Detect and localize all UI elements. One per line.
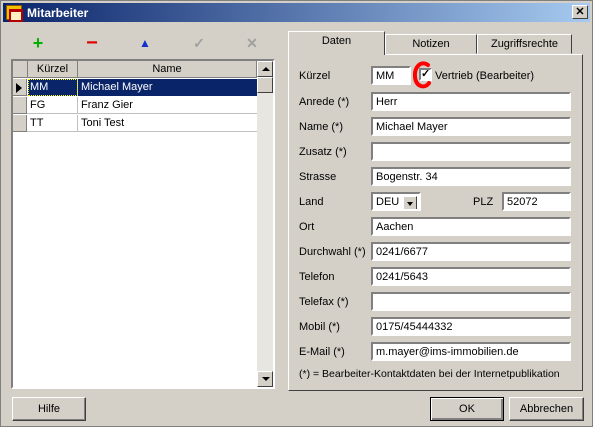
delete-button[interactable]: −	[80, 33, 104, 53]
email-label: E-Mail (*)	[299, 346, 345, 358]
table-row[interactable]: FG Franz Gier	[13, 97, 257, 114]
zusatz-field[interactable]	[371, 142, 571, 161]
current-row-arrow-icon	[16, 83, 22, 93]
close-button[interactable]: ✕	[572, 5, 588, 19]
cell-kuerzel[interactable]: MM	[28, 79, 78, 96]
window-title: Mitarbeiter	[27, 6, 89, 20]
chevron-down-icon	[407, 202, 413, 206]
row-indicator	[13, 115, 27, 132]
vertical-scrollbar[interactable]	[257, 61, 273, 387]
scroll-up-button[interactable]	[257, 61, 273, 77]
tab-notizen[interactable]: Notizen	[385, 34, 477, 54]
mobil-label: Mobil (*)	[299, 321, 340, 333]
mobil-field[interactable]: 0175/45444332	[371, 317, 571, 336]
help-button[interactable]: Hilfe	[12, 397, 86, 421]
telefon-field[interactable]: 0241/5643	[371, 267, 571, 286]
durchwahl-label: Durchwahl (*)	[299, 246, 366, 258]
cell-kuerzel[interactable]: TT	[28, 115, 78, 132]
email-field[interactable]: m.mayer@ims-immobilien.de	[371, 342, 571, 361]
ort-label: Ort	[299, 221, 315, 233]
row-indicator	[13, 97, 27, 114]
cell-name[interactable]: Michael Mayer	[78, 79, 257, 96]
red-annotation-mark	[412, 61, 431, 89]
land-dropdown-button[interactable]	[403, 196, 417, 209]
plz-label: PLZ	[473, 196, 494, 208]
ok-button[interactable]: OK	[430, 397, 504, 421]
footnote-text: (*) = Bearbeiter-Kontaktdaten bei der In…	[299, 368, 560, 380]
column-header-name[interactable]: Name	[78, 61, 257, 78]
abbrechen-button[interactable]: Abbrechen	[509, 397, 584, 421]
title-bar: Mitarbeiter ✕	[3, 3, 590, 22]
scroll-down-button[interactable]	[257, 371, 273, 387]
app-building-icon	[6, 5, 23, 22]
cell-name[interactable]: Toni Test	[78, 115, 257, 132]
cell-kuerzel[interactable]: FG	[28, 97, 78, 114]
table-row[interactable]: MM Michael Mayer	[13, 79, 257, 96]
telefon-label: Telefon	[299, 271, 335, 283]
move-up-button[interactable]: ▲	[133, 33, 157, 53]
land-select[interactable]: DEU	[371, 192, 421, 211]
vertrieb-label: Vertrieb (Bearbeiter)	[435, 70, 535, 82]
plz-field[interactable]: 52072	[502, 192, 571, 211]
employee-dialog: Mitarbeiter ✕ + − ▲ ✓ ✕ Kürzel Name MM M…	[0, 0, 593, 427]
strasse-field[interactable]: Bogenstr. 34	[371, 167, 571, 186]
arrow-down-icon	[262, 377, 270, 381]
anrede-label: Anrede (*)	[299, 96, 350, 108]
confirm-button[interactable]: ✓	[187, 33, 211, 53]
durchwahl-field[interactable]: 0241/6677	[371, 242, 571, 261]
tab-zugriffsrechte[interactable]: Zugriffsrechte	[477, 34, 572, 54]
zusatz-label: Zusatz (*)	[299, 146, 347, 158]
anrede-field[interactable]: Herr	[371, 92, 571, 111]
kuerzel-field[interactable]: MM	[371, 66, 411, 85]
strasse-label: Strasse	[299, 171, 337, 183]
land-label: Land	[299, 196, 324, 208]
tab-panel-daten: Kürzel MM ✓ Vertrieb (Bearbeiter) Anrede…	[288, 54, 583, 391]
employee-table[interactable]: Kürzel Name MM Michael Mayer FG Franz Gi…	[11, 59, 275, 389]
add-button[interactable]: +	[26, 33, 50, 53]
row-indicator	[13, 79, 27, 96]
name-label: Name (*)	[299, 121, 344, 133]
cancel-edit-button[interactable]: ✕	[240, 33, 264, 53]
tab-daten[interactable]: Daten	[288, 31, 385, 55]
ort-field[interactable]: Aachen	[371, 217, 571, 236]
telefax-label: Telefax (*)	[299, 296, 349, 308]
table-row[interactable]: TT Toni Test	[13, 115, 257, 132]
name-field[interactable]: Michael Mayer	[371, 117, 571, 136]
arrow-up-icon	[262, 67, 270, 71]
land-select-value: DEU	[376, 196, 400, 208]
cell-name[interactable]: Franz Gier	[78, 97, 257, 114]
table-corner	[13, 61, 28, 78]
kuerzel-label: Kürzel	[299, 70, 331, 82]
scroll-thumb[interactable]	[257, 77, 273, 93]
telefax-field[interactable]	[371, 292, 571, 311]
column-header-kuerzel[interactable]: Kürzel	[28, 61, 78, 78]
